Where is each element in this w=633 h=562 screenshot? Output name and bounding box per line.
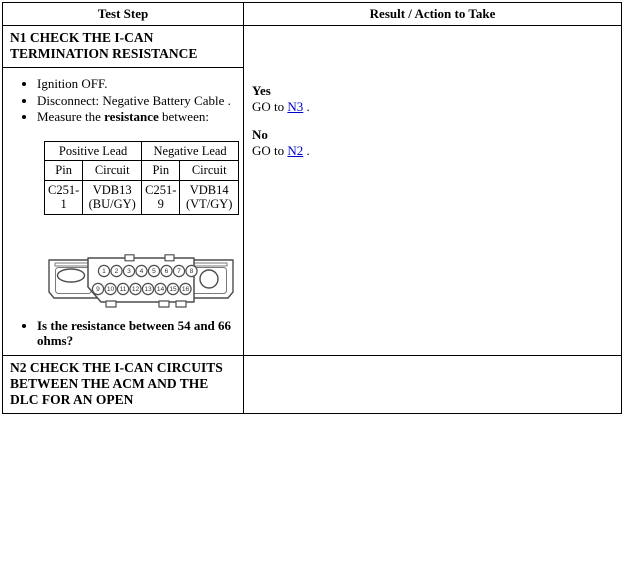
result-no-goto-text: GO to	[252, 142, 288, 158]
lead-value-pos-circuit: VDB13 (BU/GY)	[82, 179, 143, 215]
column-header-test-step: Test Step	[2, 2, 244, 26]
step-n2-heading: N2 CHECK THE I-CAN CIRCUITS BETWEEN THE …	[2, 354, 244, 414]
step-n1-body: Ignition OFF. Disconnect: Negative Batte…	[2, 67, 244, 356]
connector-illustration-wrapper: 12 34 56 78 9 10 11 12 13 14 15 16	[7, 253, 239, 318]
neg-circ-line2: (VT/GY)	[185, 197, 233, 211]
lead-group-header-row: Positive Lead Negative Lead	[43, 140, 239, 161]
pos-circ-line1: VDB13	[92, 182, 132, 197]
lead-sub-header-row: Pin Circuit Pin Circuit	[43, 160, 239, 181]
result-yes-period: .	[303, 98, 310, 114]
dlc-16-pin-connector-icon: 12 34 56 78 9 10 11 12 13 14 15 16	[48, 253, 234, 308]
svg-text:4: 4	[140, 267, 144, 274]
neg-circ-line1: VDB14	[189, 182, 229, 197]
svg-text:7: 7	[177, 267, 181, 274]
pos-pin-line2: 1	[60, 197, 67, 211]
lead-header-positive: Positive Lead	[43, 140, 143, 161]
list-item: Disconnect: Negative Battery Cable .	[37, 93, 239, 109]
link-n2[interactable]: N2	[287, 143, 303, 158]
svg-text:2: 2	[115, 267, 119, 274]
result-no-label: No	[252, 127, 268, 142]
procedure-page: Test Step Result / Action to Take N1 CHE…	[0, 0, 633, 562]
list-item: Ignition OFF.	[37, 76, 239, 92]
result-no-action: GO to N2 .	[252, 143, 617, 159]
result-yes-goto-text: GO to	[252, 98, 288, 114]
result-yes-block: Yes GO to N3 .	[252, 83, 617, 114]
svg-text:5: 5	[152, 267, 156, 274]
svg-text:15: 15	[169, 285, 177, 292]
list-item: Measure the resistance between:	[37, 109, 239, 125]
step-n2-result-cell	[243, 354, 622, 414]
step-heading-row-n2: N2 CHECK THE I-CAN CIRCUITS BETWEEN THE …	[2, 354, 622, 414]
link-n3[interactable]: N3	[287, 99, 303, 114]
lead-subheader-neg-pin: Pin	[141, 160, 181, 181]
result-no-block: No GO to N2 .	[252, 127, 617, 158]
pos-pin-line1: C251-	[48, 182, 80, 197]
lead-value-neg-pin: C251- 9	[141, 179, 181, 215]
step-n1-result-cell: Yes GO to N3 . No GO to N2 .	[243, 25, 622, 356]
step-n1-action-list: Ignition OFF. Disconnect: Negative Batte…	[7, 76, 239, 125]
svg-text:14: 14	[157, 285, 165, 292]
result-n1-content: Yes GO to N3 . No GO to N2 .	[244, 26, 621, 162]
svg-text:13: 13	[144, 285, 152, 292]
step-heading-row-n1: N1 CHECK THE I-CAN TERMINATION RESISTANC…	[2, 25, 622, 356]
measure-bold-resistance: resistance	[104, 109, 159, 124]
measure-suffix: between:	[158, 109, 209, 124]
pos-circ-line2: (BU/GY)	[88, 197, 136, 211]
diagnostic-procedure-table: Test Step Result / Action to Take N1 CHE…	[2, 2, 622, 414]
column-header-result-action: Result / Action to Take	[243, 2, 622, 26]
table-header-row: Test Step Result / Action to Take	[2, 2, 622, 26]
neg-pin-line1: C251-	[145, 182, 177, 197]
svg-text:10: 10	[107, 285, 115, 292]
lead-subheader-pos-pin: Pin	[43, 160, 84, 181]
measure-prefix: Measure the	[37, 109, 105, 124]
svg-text:1: 1	[102, 267, 106, 274]
lead-table-wrapper: Positive Lead Negative Lead Pin Circuit …	[43, 140, 239, 215]
lead-value-neg-circuit: VDB14 (VT/GY)	[179, 179, 239, 215]
step-n1-heading: N1 CHECK THE I-CAN TERMINATION RESISTANC…	[2, 25, 244, 68]
result-no-period: .	[303, 142, 310, 158]
svg-text:11: 11	[120, 285, 127, 292]
result-spacer	[252, 114, 617, 127]
lead-measurement-table: Positive Lead Negative Lead Pin Circuit …	[43, 140, 239, 215]
svg-text:9: 9	[96, 285, 100, 292]
result-yes-label: Yes	[252, 83, 271, 98]
lead-subheader-pos-circuit: Circuit	[82, 160, 143, 181]
result-yes-action: GO to N3 .	[252, 99, 617, 115]
svg-text:8: 8	[190, 267, 194, 274]
svg-text:6: 6	[165, 267, 169, 274]
lead-header-negative: Negative Lead	[141, 140, 239, 161]
table-row: C251- 1 VDB13 (BU/GY) C251- 9 VDB14 (VT/GY)	[43, 179, 239, 215]
svg-text:3: 3	[127, 267, 131, 274]
svg-text:16: 16	[182, 285, 190, 292]
list-item: Is the resistance between 54 and 66 ohms…	[37, 318, 239, 349]
lead-subheader-neg-circuit: Circuit	[179, 160, 239, 181]
lead-value-pos-pin: C251- 1	[43, 179, 84, 215]
neg-pin-line2: 9	[157, 197, 164, 211]
step-n1-question-list: Is the resistance between 54 and 66 ohms…	[7, 318, 239, 349]
svg-text:12: 12	[132, 285, 140, 292]
